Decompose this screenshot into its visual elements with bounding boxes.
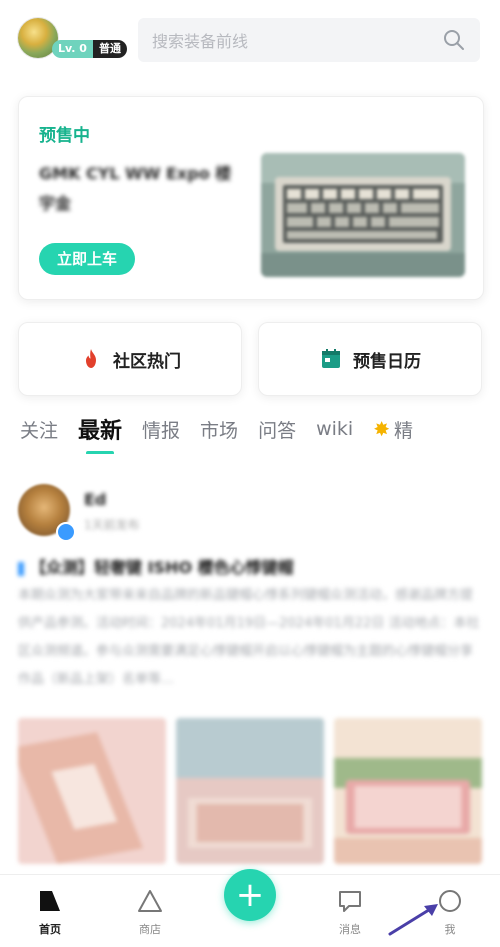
presale-card[interactable]: 预售中 GMK CYL WW Expo 楼宇金 立即上车 [18,96,484,300]
nav-profile-label: 我 [444,923,456,936]
community-hot-button[interactable]: 社区热门 [18,322,242,396]
verified-badge-icon [56,522,76,542]
nav-home-label: 首页 [39,923,61,936]
post-author-name[interactable]: Ed [84,490,106,509]
search-bar[interactable]: 搜索装备前线 [138,18,480,62]
presale-calendar-button[interactable]: 预售日历 [258,322,482,396]
profile-icon [439,890,461,912]
presale-image[interactable] [261,153,465,277]
feed-post[interactable]: Ed 1天前发布 【众测】轻奢键 ISHO 樱色心悸键帽 本期众测为大家带来来自… [18,484,482,864]
search-placeholder: 搜索装备前线 [152,32,249,51]
store-icon [138,890,162,912]
presale-calendar-label: 预售日历 [353,351,421,372]
level-badge: Lv. 0 普通 [52,40,127,58]
board-now-button[interactable]: 立即上车 [39,243,135,275]
nav-store[interactable]: 商店 [100,875,200,947]
app-screen: Lv. 0 普通 搜索装备前线 预售中 GMK CYL WW Expo 楼宇金 … [0,0,500,947]
tab-featured-label: 精 [393,419,413,442]
post-title-text: 【众测】轻奢键 ISHO 樱色心悸键帽 [30,558,294,577]
bottom-navigation: 首页 商店 + 消息 我 [0,869,500,947]
post-image[interactable] [334,718,482,864]
post-time: 1天前发布 [84,518,140,532]
tab-qa[interactable]: 问答 [258,416,296,443]
tab-featured[interactable]: ✸ 精 [373,416,413,443]
tab-news[interactable]: 情报 [142,416,180,443]
flame-icon [86,349,96,368]
presale-title: GMK CYL WW Expo 楼宇金 [39,164,232,213]
presale-tag: 预售中 [39,126,90,146]
post-title[interactable]: 【众测】轻奢键 ISHO 樱色心悸键帽 [18,554,482,578]
post-image[interactable] [18,718,166,864]
nav-profile[interactable]: 我 [400,875,500,947]
sparkle-icon: ✸ [373,417,390,441]
home-icon [40,891,60,911]
tier-label: 普通 [92,40,127,58]
tab-wiki[interactable]: wiki [316,418,353,440]
tab-latest[interactable]: 最新 [78,413,122,454]
nav-post[interactable]: + [200,869,300,947]
calendar-icon [322,349,340,368]
post-image[interactable] [176,718,324,864]
nav-messages[interactable]: 消息 [300,875,400,947]
plus-icon[interactable]: + [224,869,276,921]
feed-tabs: 关注 最新 情报 市场 问答 wiki ✸ 精 [0,404,500,454]
top-bar: Lv. 0 普通 搜索装备前线 [0,0,500,80]
nav-store-label: 商店 [139,923,161,936]
message-icon [339,891,361,912]
tab-following[interactable]: 关注 [20,416,58,443]
search-icon[interactable] [442,28,466,52]
quick-links: 社区热门 预售日历 [18,322,482,396]
tab-market[interactable]: 市场 [200,416,238,443]
community-hot-label: 社区热门 [113,351,181,372]
post-images [18,718,482,864]
post-body[interactable]: 本期众测为大家带来来自品牌的新品键帽心悸系列键帽众测活动，感谢品牌方提供产品参测… [18,582,482,694]
topic-marker-icon [18,561,24,576]
nav-home[interactable]: 首页 [0,875,100,947]
nav-messages-label: 消息 [339,923,361,936]
level-label: Lv. 0 [52,40,93,58]
